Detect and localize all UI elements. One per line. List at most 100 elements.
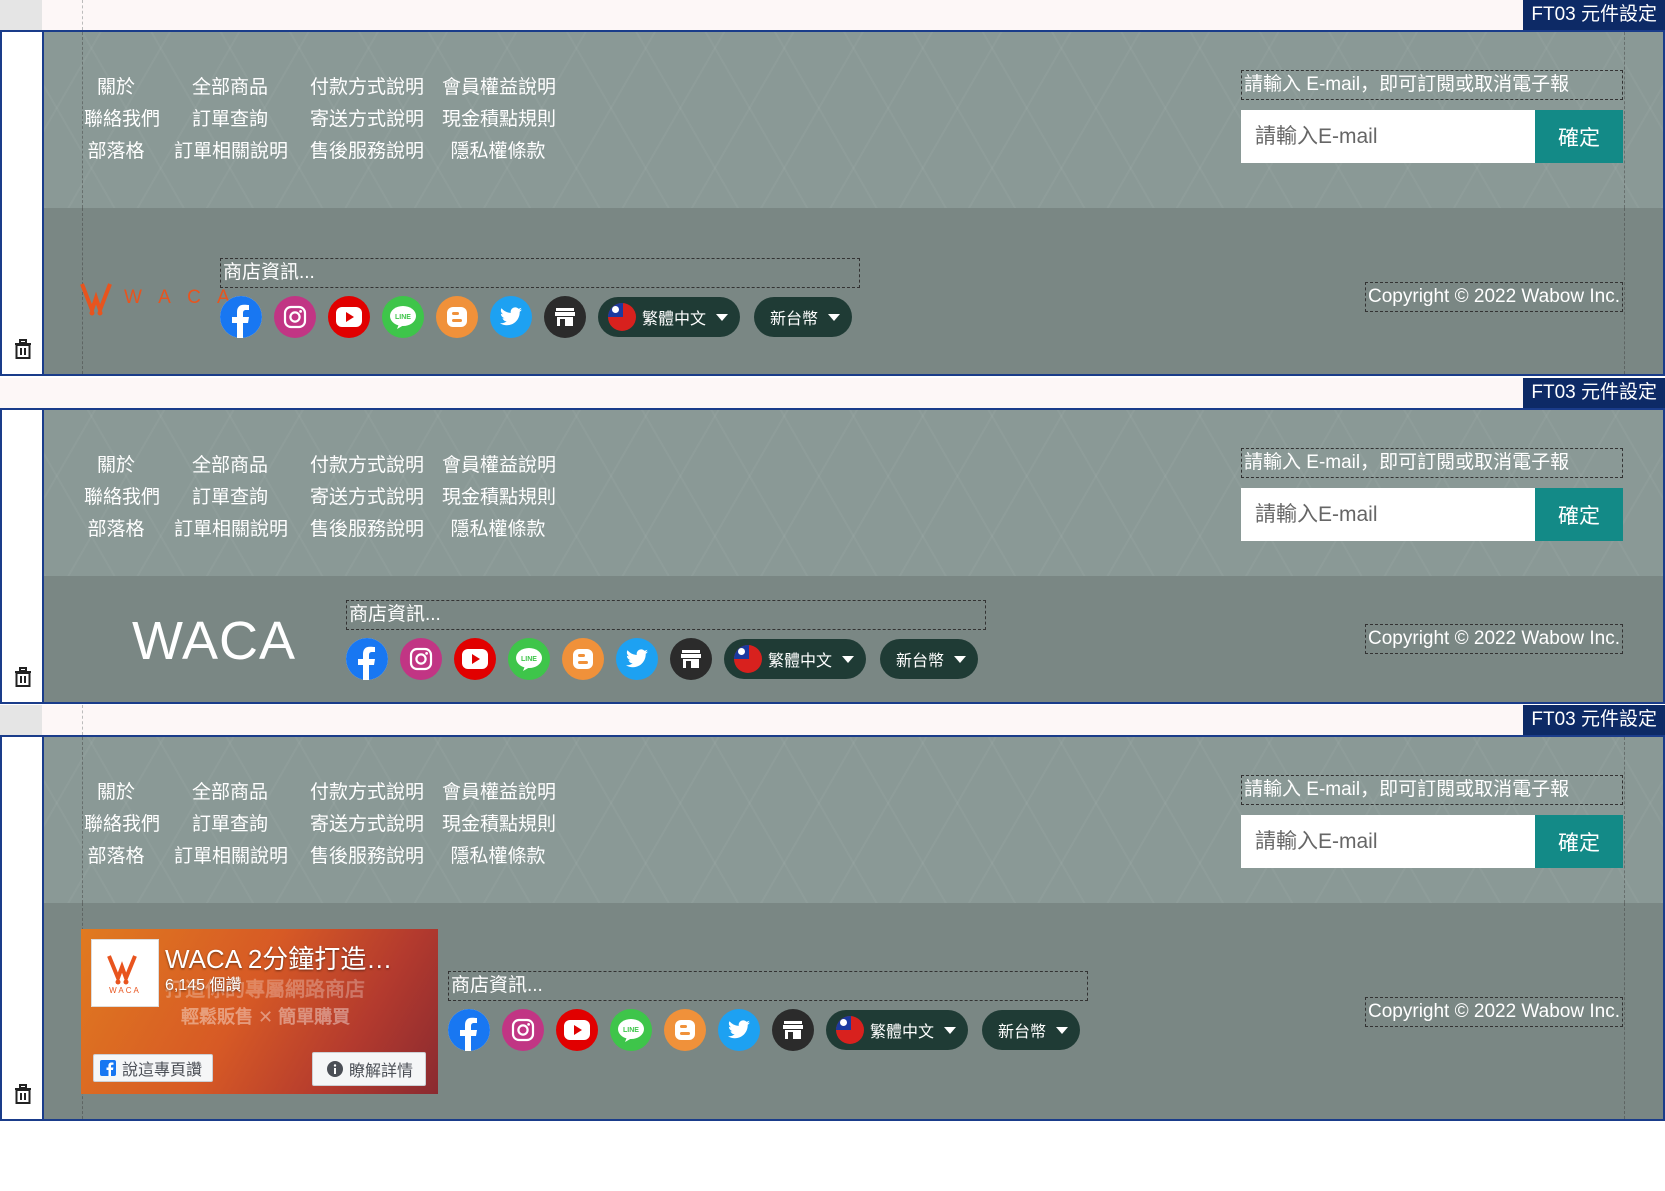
line-icon[interactable]: LINE [508, 638, 550, 680]
fb-like-count: 6,145 個讚 [165, 977, 242, 994]
currency-selector[interactable]: 新台幣 [754, 297, 853, 337]
newsletter-label[interactable]: 請輸入 E-mail，即可訂閱或取消電子報 [1241, 448, 1623, 478]
footer-link[interactable]: 售後服務說明 [310, 514, 424, 546]
footer-link[interactable]: 部落格 [84, 136, 148, 168]
language-selector[interactable]: 繁體中文 [724, 639, 867, 679]
line-icon[interactable]: LINE [382, 296, 424, 338]
footer-link[interactable]: 寄送方式說明 [310, 809, 424, 841]
subscribe-button[interactable]: 確定 [1535, 815, 1623, 868]
guide-right [1624, 32, 1625, 208]
footer-link[interactable]: 關於 [84, 777, 148, 809]
footer-link[interactable]: 訂單查詢 [174, 104, 286, 136]
twitter-icon[interactable] [490, 296, 532, 338]
copyright[interactable]: Copyright © 2022 Wabow Inc. [1365, 624, 1623, 654]
youtube-icon[interactable] [454, 638, 496, 680]
footer-link[interactable]: 會員權益說明 [442, 450, 556, 482]
email-input[interactable] [1241, 815, 1535, 868]
trash-icon[interactable] [12, 666, 34, 688]
social-bar: LINE 繁體中文 新台幣 [220, 296, 866, 338]
language-selector[interactable]: 繁體中文 [826, 1010, 969, 1050]
footer-link[interactable]: 聯絡我們 [84, 482, 160, 514]
footer-link[interactable]: 全部商品 [174, 777, 286, 809]
footer-link[interactable]: 關於 [84, 72, 148, 104]
footer-link[interactable]: 聯絡我們 [84, 809, 160, 841]
fb-learn-more-button[interactable]: 瞭解詳情 [311, 1052, 426, 1086]
blogger-icon[interactable] [562, 638, 604, 680]
waca-logo[interactable]: WACA [132, 610, 296, 672]
email-input[interactable] [1241, 110, 1535, 163]
footer-link[interactable]: 售後服務說明 [310, 136, 424, 168]
footer-link[interactable]: 訂單查詢 [174, 482, 286, 514]
guide-right [1624, 208, 1625, 374]
youtube-icon[interactable] [556, 1009, 598, 1051]
store-info[interactable]: 商店資訊... [220, 258, 860, 288]
subscribe-button[interactable]: 確定 [1535, 110, 1623, 163]
footer-link[interactable]: 隱私權條款 [442, 514, 554, 546]
component-settings-button[interactable]: FT03 元件設定 [1523, 378, 1665, 408]
blogger-icon[interactable] [664, 1009, 706, 1051]
footer-link[interactable]: 現金積點規則 [442, 104, 556, 136]
caret-down-icon [828, 313, 841, 321]
shop-icon[interactable] [544, 296, 586, 338]
footer-link[interactable]: 付款方式說明 [310, 72, 424, 104]
youtube-icon[interactable] [328, 296, 370, 338]
trash-icon[interactable] [12, 1083, 34, 1105]
footer-link[interactable]: 部落格 [84, 514, 148, 546]
trash-icon[interactable] [12, 338, 34, 360]
facebook-icon[interactable] [220, 296, 262, 338]
component-settings-button[interactable]: FT03 元件設定 [1523, 0, 1665, 30]
footer-link[interactable]: 訂單查詢 [174, 809, 286, 841]
footer-link[interactable]: 全部商品 [174, 450, 286, 482]
facebook-page-widget[interactable]: 打造你的專屬網路商店 輕鬆販售 ✕ 簡單購買 WACA WACA 2分鐘打造… … [81, 929, 438, 1094]
footer-link[interactable]: 付款方式說明 [310, 450, 424, 482]
footer-link[interactable]: 寄送方式說明 [310, 104, 424, 136]
footer-link[interactable]: 全部商品 [174, 72, 286, 104]
copyright[interactable]: Copyright © 2022 Wabow Inc. [1365, 282, 1623, 312]
footer-link[interactable]: 現金積點規則 [442, 809, 556, 841]
footer-link[interactable]: 聯絡我們 [84, 104, 160, 136]
twitter-icon[interactable] [718, 1009, 760, 1051]
newsletter-label[interactable]: 請輸入 E-mail，即可訂閱或取消電子報 [1241, 70, 1623, 100]
facebook-icon[interactable] [346, 638, 388, 680]
footer-link[interactable]: 關於 [84, 450, 148, 482]
fb-page-avatar[interactable]: WACA [91, 939, 159, 1007]
store-info[interactable]: 商店資訊... [448, 971, 1088, 1001]
currency-selector[interactable]: 新台幣 [880, 639, 979, 679]
footer-link[interactable]: 隱私權條款 [442, 136, 554, 168]
footer-lower: 打造你的專屬網路商店 輕鬆販售 ✕ 簡單購買 WACA WACA 2分鐘打造… … [44, 903, 1663, 1119]
shop-icon[interactable] [670, 638, 712, 680]
language-selector[interactable]: 繁體中文 [598, 297, 741, 337]
fb-like-button[interactable]: 說這專頁讚 [93, 1054, 214, 1082]
instagram-icon[interactable] [400, 638, 442, 680]
footer-link[interactable]: 會員權益說明 [442, 72, 556, 104]
footer-lower: W A C A 商店資訊... LINE 繁體中文 新台幣 Copyright … [44, 208, 1663, 374]
copyright[interactable]: Copyright © 2022 Wabow Inc. [1365, 997, 1623, 1027]
footer-link[interactable]: 訂單相關說明 [174, 514, 288, 546]
footer-link[interactable]: 訂單相關說明 [174, 841, 288, 873]
twitter-icon[interactable] [616, 638, 658, 680]
instagram-icon[interactable] [502, 1009, 544, 1051]
footer-link[interactable]: 部落格 [84, 841, 148, 873]
footer-block-1: FT03 元件設定 關於 聯絡我們 部落格 全部商品 訂單查詢 訂單相關說明 付… [0, 0, 1665, 376]
footer-link[interactable]: 寄送方式說明 [310, 482, 424, 514]
facebook-icon[interactable] [448, 1009, 490, 1051]
instagram-icon[interactable] [274, 296, 316, 338]
footer-link[interactable]: 售後服務說明 [310, 841, 424, 873]
shop-icon[interactable] [772, 1009, 814, 1051]
email-input[interactable] [1241, 488, 1535, 541]
waca-logo[interactable]: W A C A [80, 280, 236, 316]
footer-link[interactable]: 現金積點規則 [442, 482, 556, 514]
footer-link[interactable]: 會員權益說明 [442, 777, 556, 809]
newsletter-label[interactable]: 請輸入 E-mail，即可訂閱或取消電子報 [1241, 775, 1623, 805]
currency-selector[interactable]: 新台幣 [982, 1010, 1081, 1050]
component-settings-button[interactable]: FT03 元件設定 [1523, 705, 1665, 735]
store-info[interactable]: 商店資訊... [346, 600, 986, 630]
currency-label: 新台幣 [998, 1024, 1047, 1041]
footer-link[interactable]: 訂單相關說明 [174, 136, 288, 168]
subscribe-button[interactable]: 確定 [1535, 488, 1623, 541]
blogger-icon[interactable] [436, 296, 478, 338]
footer-link[interactable]: 付款方式說明 [310, 777, 424, 809]
line-icon[interactable]: LINE [610, 1009, 652, 1051]
footer-link[interactable]: 隱私權條款 [442, 841, 554, 873]
link-column: 關於 聯絡我們 部落格 [84, 777, 160, 873]
